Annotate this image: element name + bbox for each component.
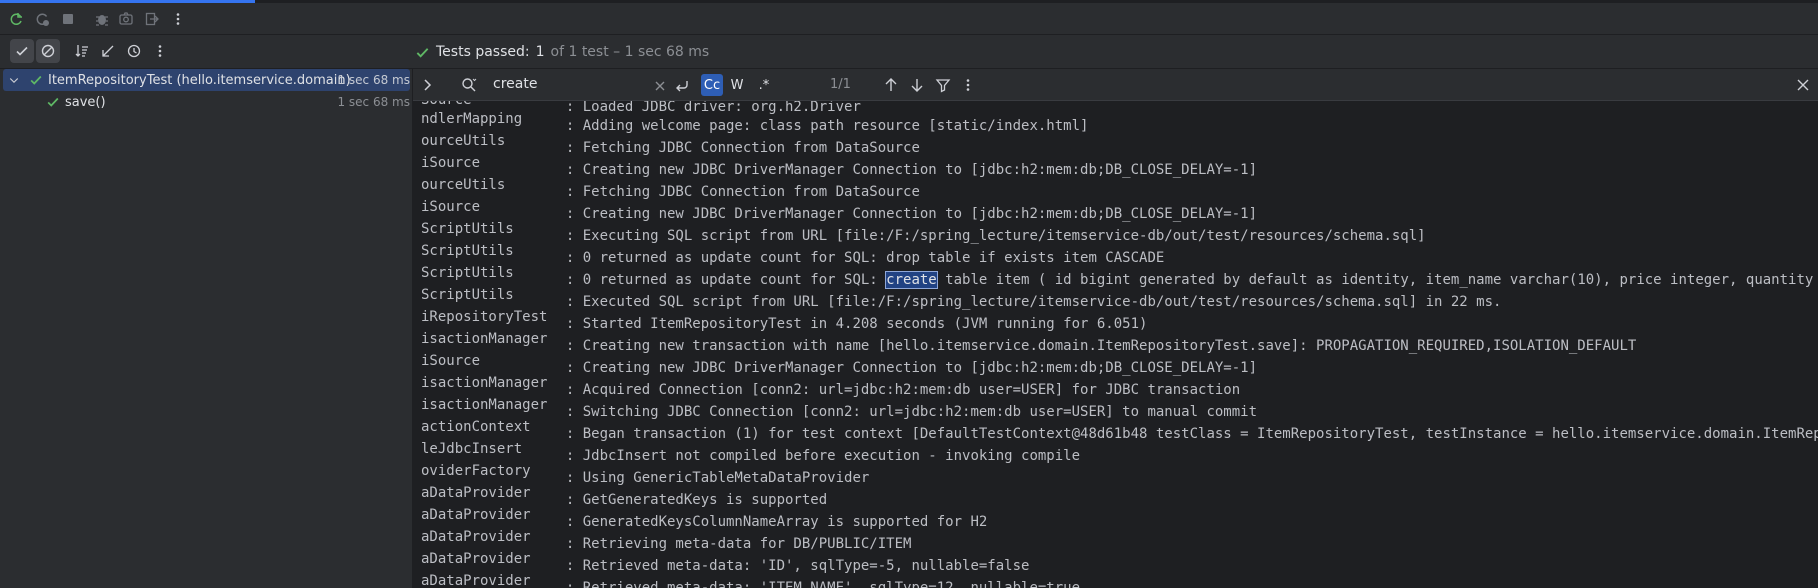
console-line: ScriptUtils : Executing SQL script from … <box>421 221 1426 244</box>
check-icon <box>16 46 28 56</box>
test-runner-toolbar: Tests passed: 1 of 1 test – 1 sec 68 ms <box>0 35 1818 69</box>
previous-match-button[interactable] <box>883 77 899 93</box>
wrap-icon <box>676 81 688 92</box>
stop-icon <box>63 14 73 24</box>
history-icon <box>127 44 141 58</box>
search-icon <box>462 78 477 92</box>
clear-search-button[interactable] <box>652 78 668 94</box>
filter-icon <box>935 79 951 93</box>
tree-item-time: 1 sec 68 ms <box>337 73 410 87</box>
test-tree: ItemRepositoryTest (hello.itemservice.do… <box>0 69 412 588</box>
tree-item-test-class[interactable]: ItemRepositoryTest (hello.itemservice.do… <box>3 69 410 91</box>
console-line: iSource : Creating new JDBC DriverManage… <box>421 155 1258 178</box>
chevron-down-icon[interactable] <box>8 74 20 86</box>
check-icon <box>30 75 42 85</box>
console-output[interactable]: Source : Loaded JDBC driver: org.h2.Driv… <box>413 101 1818 588</box>
search-history-button[interactable] <box>461 77 477 93</box>
console-line: ourceUtils : Fetching JDBC Connection fr… <box>421 177 920 200</box>
console-line: leJdbcInsert : JdbcInsert not compiled b… <box>421 441 1081 464</box>
console-line: ScriptUtils : Executed SQL script from U… <box>421 287 1502 310</box>
camera-icon <box>119 12 133 25</box>
search-more-button[interactable] <box>960 77 976 93</box>
console-line: iSource : Creating new JDBC DriverManage… <box>421 199 1258 222</box>
exit-button[interactable] <box>140 7 164 31</box>
more-vertical-icon <box>158 45 162 57</box>
next-match-button[interactable] <box>909 77 925 93</box>
show-ignored-toggle[interactable] <box>36 39 60 63</box>
console-search-bar: create Cc W .* 1/1 <box>413 69 1818 101</box>
collapse-icon <box>102 45 114 57</box>
new-line-button[interactable] <box>674 77 690 93</box>
ignored-icon <box>41 44 55 58</box>
more-vertical-icon <box>176 13 180 25</box>
console-line: isactionManager : Acquired Connection [c… <box>421 375 1241 398</box>
show-passed-toggle[interactable] <box>10 39 34 63</box>
arrow-up-icon <box>885 78 897 91</box>
console-line: aDataProvider : Retrieved meta-data: 'ID… <box>421 551 1030 574</box>
more-button[interactable] <box>166 7 190 31</box>
filter-button[interactable] <box>935 77 951 93</box>
console-line: ScriptUtils : 0 returned as update count… <box>421 265 1814 289</box>
run-toolbar <box>0 3 1818 35</box>
status-summary: of 1 test – 1 sec 68 ms <box>550 44 710 60</box>
match-count: 1/1 <box>830 77 851 92</box>
rerun-failed-button[interactable] <box>30 7 54 31</box>
match-case-toggle[interactable]: Cc <box>701 74 723 96</box>
rerun-failed-icon <box>36 13 49 26</box>
console-line: isactionManager : Creating new transacti… <box>421 331 1637 354</box>
test-status: Tests passed: 1 of 1 test – 1 sec 68 ms <box>415 44 709 60</box>
console-line: aDataProvider : GeneratedKeysColumnNameA… <box>421 507 988 530</box>
status-count: 1 <box>535 44 545 60</box>
words-toggle[interactable]: W <box>726 74 748 96</box>
close-icon <box>1797 79 1809 91</box>
more-vertical-icon <box>966 79 970 91</box>
history-button[interactable] <box>122 39 146 63</box>
console-line: aDataProvider : Retrieved meta-data: 'IT… <box>421 573 1081 588</box>
console-line: aDataProvider : Retrieving meta-data for… <box>421 529 912 552</box>
regex-toggle[interactable]: .* <box>753 74 775 96</box>
debug-button[interactable] <box>90 7 114 31</box>
chevron-right-icon <box>424 79 432 91</box>
tree-item-test-method[interactable]: save() 1 sec 68 ms <box>3 91 410 113</box>
debug-icon <box>96 15 108 26</box>
console-line: ScriptUtils : 0 returned as update count… <box>421 243 1165 266</box>
expand-button[interactable] <box>419 77 435 93</box>
console-line: ourceUtils : Fetching JDBC Connection fr… <box>421 133 920 156</box>
check-icon <box>416 47 429 58</box>
stop-button[interactable] <box>56 7 80 31</box>
search-input[interactable]: create <box>493 76 537 92</box>
close-search-button[interactable] <box>1795 77 1811 93</box>
status-label: Tests passed: <box>436 44 530 60</box>
tree-item-label: save() <box>65 94 106 110</box>
console-line: oviderFactory : Using GenericTableMetaDa… <box>421 463 870 486</box>
console-line: actionContext : Began transaction (1) fo… <box>421 419 1818 442</box>
rerun-icon <box>10 13 22 25</box>
console-line: iRepositoryTest : Started ItemRepository… <box>421 309 1148 332</box>
tree-item-label: ItemRepositoryTest (hello.itemservice.do… <box>48 72 351 88</box>
close-icon <box>655 81 665 91</box>
sort-button[interactable] <box>70 39 94 63</box>
console-line: iSource : Creating new JDBC DriverManage… <box>421 353 1258 376</box>
check-icon <box>47 97 59 107</box>
console-line: isactionManager : Switching JDBC Connect… <box>421 397 1258 420</box>
console-line: aDataProvider : GetGeneratedKeys is supp… <box>421 485 828 508</box>
arrow-down-icon <box>911 79 923 92</box>
sort-icon <box>75 45 88 57</box>
rerun-button[interactable] <box>4 7 28 31</box>
snapshot-button[interactable] <box>114 7 138 31</box>
more-button[interactable] <box>148 39 172 63</box>
exit-icon <box>145 12 159 26</box>
console-line: ndlerMapping : Adding welcome page: clas… <box>421 111 1089 134</box>
collapse-button[interactable] <box>96 39 120 63</box>
tree-item-time: 1 sec 68 ms <box>337 95 410 109</box>
